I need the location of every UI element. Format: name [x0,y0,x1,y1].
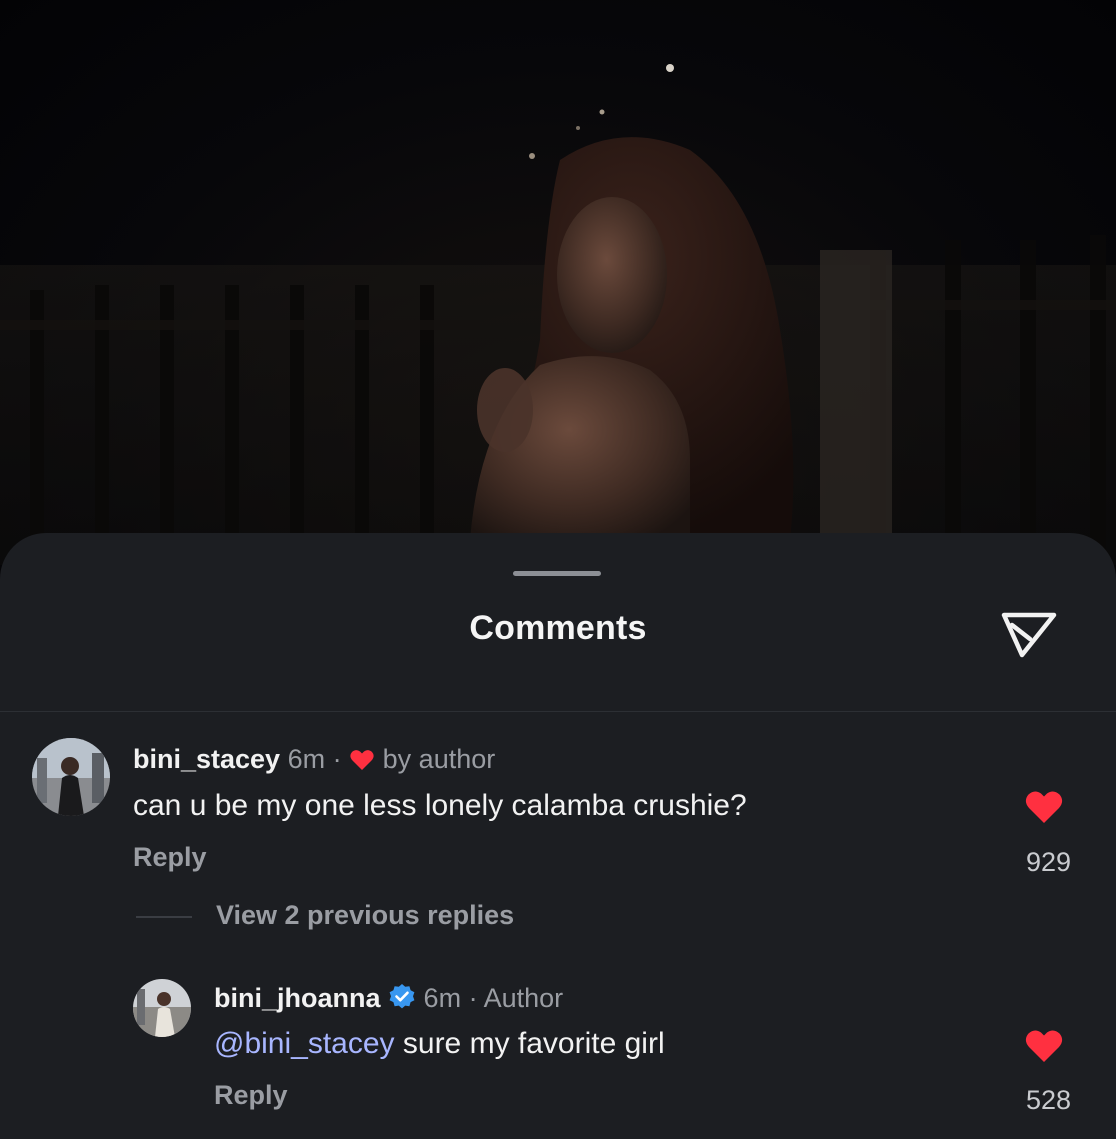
avatar-bini-stacey[interactable] [32,738,110,816]
avatar-bini-jhoanna[interactable] [133,979,191,1037]
liked-by-author-label: by author [382,744,496,774]
meta-separator: · [468,983,478,1013]
verified-badge-icon [389,984,415,1009]
reply-button[interactable]: Reply [214,1080,288,1111]
comment-text: can u be my one less lonely calamba crus… [133,789,747,822]
like-count: 929 [1025,847,1071,877]
meta-separator: · [332,744,342,774]
comment-time: 6m [287,744,326,774]
view-replies-label: View 2 previous replies [216,900,515,930]
reply-text: @bini_stacey sure my favorite girl [214,1027,665,1061]
reply-button[interactable]: Reply [133,842,207,873]
share-button[interactable] [998,607,1060,663]
heart-filled-icon [1025,791,1063,823]
comment-meta: bini_stacey 6m · by author [133,744,495,775]
sheet-title: Comments [469,609,647,647]
heart-filled-icon [1025,1030,1063,1062]
post-photo-illustration [0,64,1116,565]
comments-sheet: Comments bini_stacey 6m · by author can … [0,533,1116,1139]
replies-thread-line [136,916,192,918]
author-label: Author [483,983,564,1013]
comment-username[interactable]: bini_stacey [133,744,280,774]
avatar-image [133,979,191,1037]
mention-link[interactable]: @bini_stacey [214,1027,395,1060]
like-button[interactable] [1024,788,1064,831]
paper-plane-icon [1001,612,1057,658]
like-button[interactable] [1024,1027,1064,1070]
reply-username[interactable]: bini_jhoanna [214,983,381,1013]
like-count: 528 [1025,1085,1071,1115]
avatar-image [32,738,110,816]
reply-body: sure my favorite girl [394,1027,665,1060]
sheet-grabber[interactable] [513,571,601,576]
sheet-divider [0,711,1116,712]
instagram-comments-screen: Comments bini_stacey 6m · by author can … [0,0,1116,1139]
reply-meta: bini_jhoanna 6m · Author [214,983,563,1014]
reply-time: 6m [423,983,462,1013]
post-photo [0,0,1116,600]
heart-icon [350,750,374,770]
